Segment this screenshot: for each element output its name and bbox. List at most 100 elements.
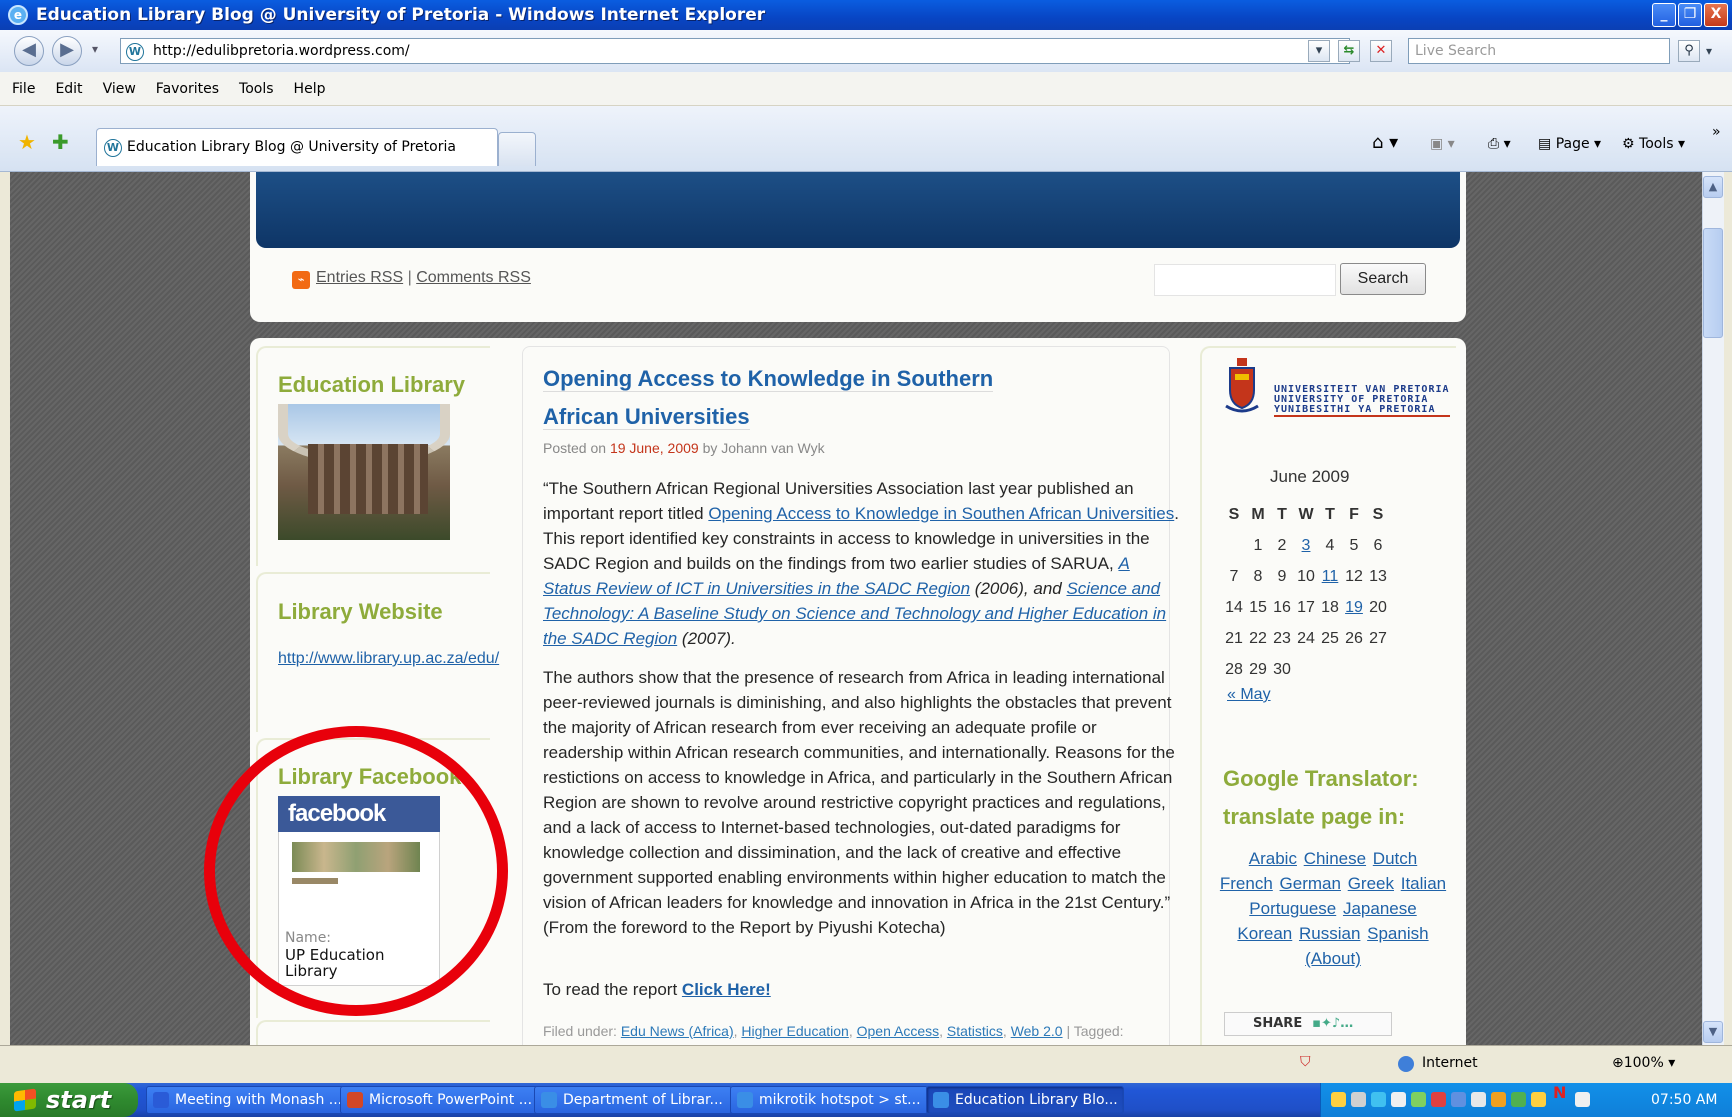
tray-icon-5[interactable] xyxy=(1411,1092,1426,1107)
page-menu-label: Page ▾ xyxy=(1555,136,1602,152)
taskbar-button[interactable]: Meeting with Monash ... xyxy=(146,1086,344,1114)
tray-icon-11[interactable] xyxy=(1531,1092,1546,1107)
maximize-button[interactable]: ❐ xyxy=(1678,3,1702,27)
forward-button[interactable]: ▶ xyxy=(52,36,82,66)
language-link-arabic[interactable]: Arabic xyxy=(1249,849,1297,868)
tag-edu-news-link[interactable]: Edu News (Africa) xyxy=(621,1023,734,1039)
privacy-icon[interactable]: ⛉ xyxy=(1300,1054,1311,1070)
calendar-day-link[interactable]: 3 xyxy=(1302,537,1311,554)
print-icon[interactable]: ⎙ ▾ xyxy=(1488,136,1511,152)
taskbar-button[interactable]: mikrotik hotspot > st... xyxy=(730,1086,928,1114)
calendar-day[interactable]: 3 xyxy=(1294,530,1318,561)
language-link-korean[interactable]: Korean xyxy=(1237,924,1292,943)
opening-access-report-link[interactable]: Opening Access to Knowledge in Southen A… xyxy=(708,504,1174,523)
search-options-icon[interactable]: ▾ xyxy=(1706,44,1712,58)
language-link-chinese[interactable]: Chinese xyxy=(1304,849,1366,868)
history-dropdown-icon[interactable]: ▾ xyxy=(92,42,98,56)
chevron-more-icon[interactable]: » xyxy=(1712,124,1721,140)
page-menu[interactable]: ▤ Page ▾ xyxy=(1538,136,1601,152)
university-crest-icon[interactable] xyxy=(1224,358,1260,420)
tray-icon-1[interactable] xyxy=(1331,1092,1346,1107)
tray-icon-9[interactable] xyxy=(1491,1092,1506,1107)
share-button[interactable]: SHARE ▪✦♪… xyxy=(1224,1012,1392,1036)
calendar-day: 18 xyxy=(1321,598,1339,616)
menu-favorites[interactable]: Favorites xyxy=(156,81,219,97)
stop-icon[interactable]: ✕ xyxy=(1370,40,1392,62)
library-website-link[interactable]: http://www.library.up.ac.za/edu/ xyxy=(278,650,499,668)
tag-open-access-link[interactable]: Open Access xyxy=(857,1023,940,1039)
menu-file[interactable]: File xyxy=(12,81,35,97)
share-services-icon: ▪✦♪… xyxy=(1312,1016,1354,1031)
post-title[interactable]: Opening Access to Knowledge in Southern A… xyxy=(543,360,1003,436)
tag-higher-education-link[interactable]: Higher Education xyxy=(741,1023,848,1039)
blog-search-button[interactable]: Search xyxy=(1340,263,1426,295)
menu-view[interactable]: View xyxy=(103,81,136,97)
calendar-day-link[interactable]: 11 xyxy=(1322,568,1339,585)
education-library-photo[interactable] xyxy=(278,404,450,540)
add-favorites-icon[interactable]: ✚ xyxy=(52,130,69,154)
calendar-day[interactable]: 19 xyxy=(1342,592,1366,623)
window-title-bar[interactable]: Education Library Blog @ University of P… xyxy=(0,0,1732,30)
network-icon[interactable] xyxy=(1511,1092,1526,1107)
scroll-up-icon[interactable]: ▲ xyxy=(1703,176,1723,198)
feeds-icon[interactable]: ▣ ▾ xyxy=(1430,136,1455,152)
new-tab-button[interactable] xyxy=(498,132,536,166)
comments-rss-link[interactable]: Comments RSS xyxy=(416,269,531,286)
language-link-german[interactable]: German xyxy=(1280,874,1341,893)
address-input[interactable]: http://edulibpretoria.wordpress.com/ xyxy=(120,38,1350,64)
language-link-russian[interactable]: Russian xyxy=(1299,924,1360,943)
language-link-french[interactable]: French xyxy=(1220,874,1273,893)
live-search-input[interactable]: Live Search xyxy=(1408,38,1670,64)
clock[interactable]: 07:50 AM xyxy=(1651,1083,1717,1117)
click-here-link[interactable]: Click Here! xyxy=(682,980,771,999)
taskbar-button[interactable]: Microsoft PowerPoint ... xyxy=(340,1086,538,1114)
refresh-icon[interactable]: ⇆ xyxy=(1338,40,1360,62)
calendar-day-link[interactable]: 19 xyxy=(1345,599,1363,616)
library-website-heading: Library Website xyxy=(278,599,443,624)
calendar-week-row: 7 8 9 10 11 12 13 xyxy=(1222,561,1390,592)
tag-web20-link[interactable]: Web 2.0 xyxy=(1011,1023,1063,1039)
taskbar-button[interactable]: Department of Librar... xyxy=(534,1086,732,1114)
language-link-spanish[interactable]: Spanish xyxy=(1367,924,1428,943)
calendar-prev-month-link[interactable]: « May xyxy=(1227,686,1271,704)
home-icon[interactable]: ⌂ ▾ xyxy=(1372,132,1398,153)
close-button[interactable]: X xyxy=(1704,3,1728,27)
minimize-button[interactable]: _ xyxy=(1652,3,1676,27)
post-paragraph-2: The authors show that the presence of re… xyxy=(543,668,1175,937)
translator-about-link[interactable]: (About) xyxy=(1305,949,1361,968)
calendar-day: 30 xyxy=(1273,660,1291,678)
language-link-italian[interactable]: Italian xyxy=(1401,874,1446,893)
scroll-down-icon[interactable]: ▼ xyxy=(1703,1021,1723,1043)
entries-rss-link[interactable]: Entries RSS xyxy=(316,269,403,286)
language-link-dutch[interactable]: Dutch xyxy=(1373,849,1417,868)
address-dropdown-icon[interactable]: ▾ xyxy=(1308,40,1330,62)
language-link-japanese[interactable]: Japanese xyxy=(1343,899,1417,918)
tray-icon-3[interactable] xyxy=(1371,1092,1386,1107)
language-link-portuguese[interactable]: Portuguese xyxy=(1249,899,1336,918)
language-link-greek[interactable]: Greek xyxy=(1348,874,1394,893)
tag-statistics-link[interactable]: Statistics xyxy=(947,1023,1003,1039)
taskbar-button[interactable]: Education Library Blo... xyxy=(926,1086,1124,1114)
gear-icon: ⚙ xyxy=(1622,136,1640,152)
search-icon[interactable]: ⚲ xyxy=(1678,40,1700,62)
blog-search-input[interactable] xyxy=(1154,264,1336,296)
calendar-week-row: 28 29 30 xyxy=(1222,654,1390,685)
n-app-icon[interactable]: N xyxy=(1553,1083,1568,1102)
calendar-day[interactable]: 11 xyxy=(1318,561,1342,592)
tab-education-library-blog[interactable]: Education Library Blog @ University of P… xyxy=(96,128,498,166)
tray-icon-13[interactable] xyxy=(1575,1092,1590,1107)
tray-icon-6[interactable] xyxy=(1431,1092,1446,1107)
menu-edit[interactable]: Edit xyxy=(55,81,82,97)
tray-icon-8[interactable] xyxy=(1471,1092,1486,1107)
scrollbar-thumb[interactable] xyxy=(1703,228,1723,338)
back-button[interactable]: ◀ xyxy=(14,36,44,66)
favorites-star-icon[interactable]: ★ xyxy=(18,130,36,154)
tray-icon-2[interactable] xyxy=(1351,1092,1366,1107)
tray-icon-7[interactable] xyxy=(1451,1092,1466,1107)
zoom-level[interactable]: ⊕100% ▾ xyxy=(1612,1055,1675,1071)
tools-menu[interactable]: ⚙ Tools ▾ xyxy=(1622,136,1685,152)
volume-icon[interactable] xyxy=(1391,1092,1406,1107)
calendar-day: 13 xyxy=(1369,567,1387,585)
menu-tools[interactable]: Tools xyxy=(239,81,274,97)
menu-help[interactable]: Help xyxy=(294,81,326,97)
